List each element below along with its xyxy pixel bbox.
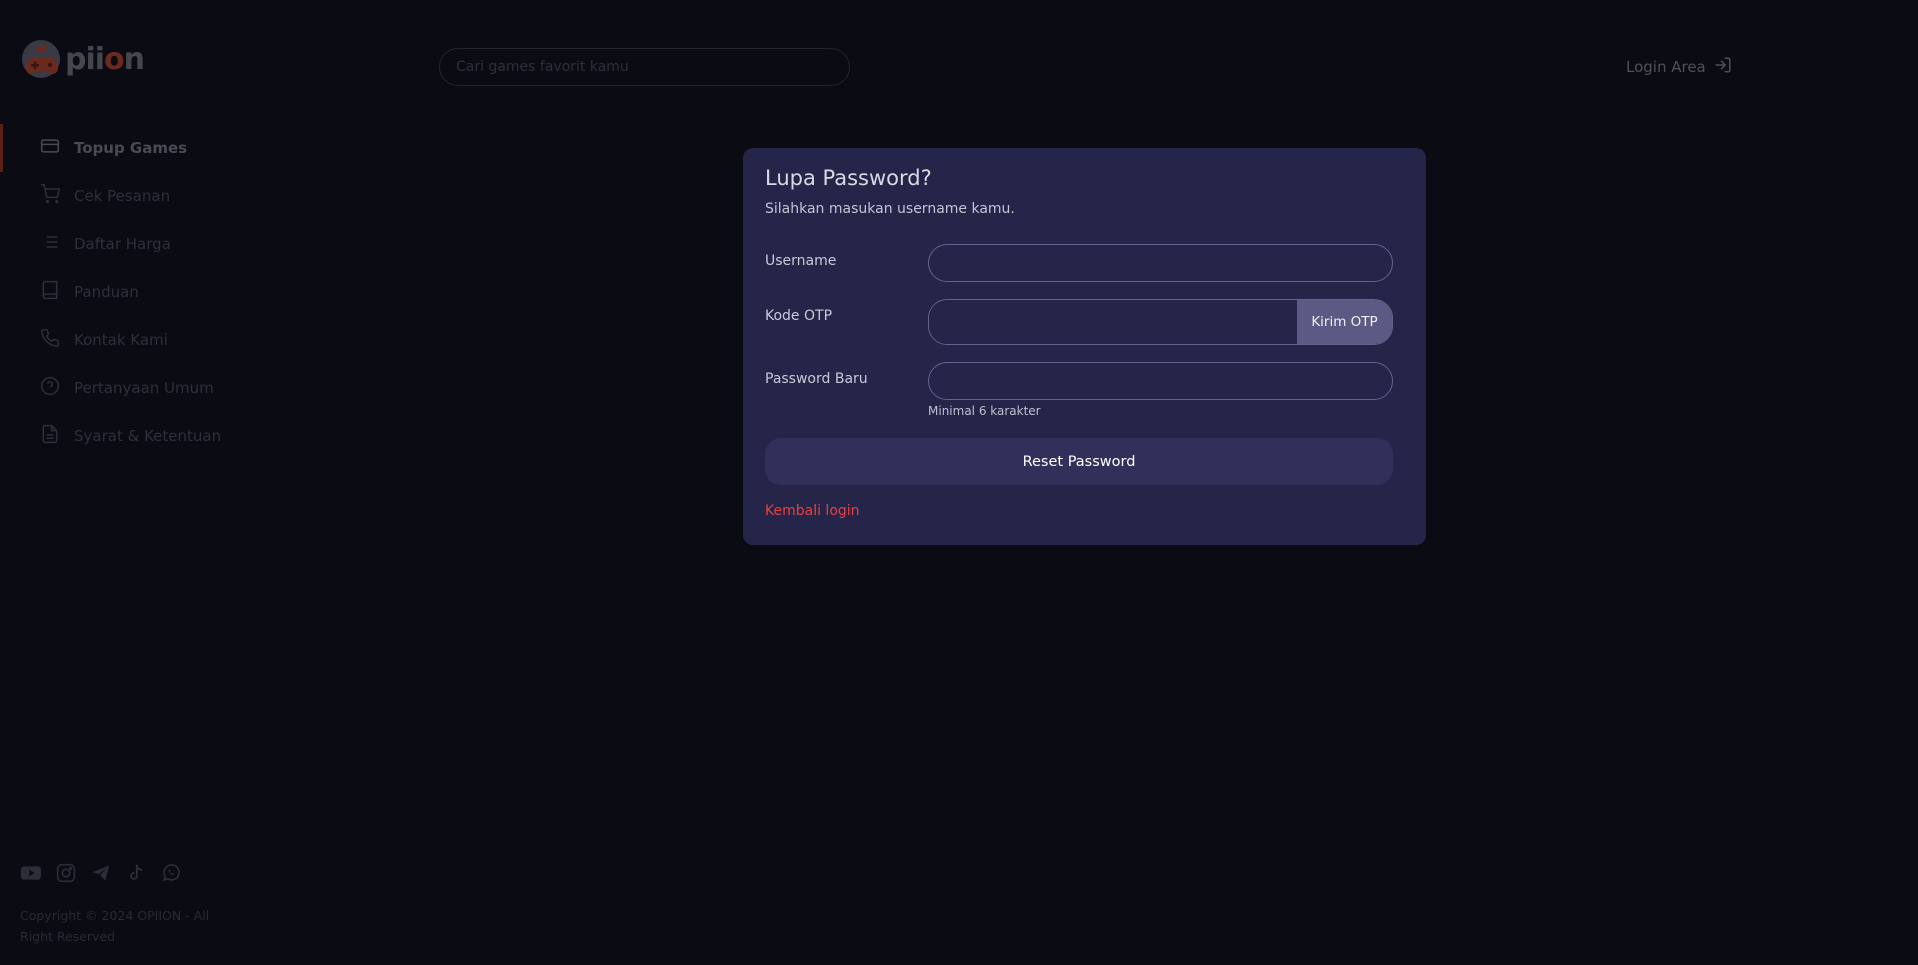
sidebar-item-label: Panduan bbox=[74, 283, 139, 301]
login-area-label: Login Area bbox=[1626, 58, 1706, 76]
sidebar-item-topup-games[interactable]: Topup Games bbox=[0, 124, 250, 172]
brand-logo[interactable]: piion bbox=[20, 38, 145, 82]
cart-icon bbox=[40, 184, 61, 208]
sidebar-item-syarat-ketentuan[interactable]: Syarat & Ketentuan bbox=[0, 412, 250, 460]
login-area-button[interactable]: Login Area bbox=[1626, 56, 1732, 78]
otp-input-group: Kirim OTP bbox=[928, 299, 1393, 345]
username-field[interactable] bbox=[928, 244, 1393, 282]
send-otp-button[interactable]: Kirim OTP bbox=[1297, 300, 1392, 344]
forgot-password-card: Lupa Password? Silahkan masukan username… bbox=[743, 148, 1426, 545]
brand-name-prefix: pii bbox=[65, 42, 105, 77]
sidebar-nav: Topup Games Cek Pesanan Daftar Harga Pan… bbox=[0, 124, 250, 460]
social-links bbox=[20, 862, 182, 884]
help-circle-icon bbox=[40, 376, 60, 400]
document-icon bbox=[40, 424, 60, 448]
sidebar-item-label: Topup Games bbox=[74, 139, 188, 157]
otp-field[interactable] bbox=[929, 300, 1297, 344]
otp-label: Kode OTP bbox=[765, 308, 833, 324]
card-title: Lupa Password? bbox=[765, 166, 932, 190]
brand-name-suffix: n bbox=[123, 42, 145, 77]
sidebar-item-label: Cek Pesanan bbox=[74, 187, 171, 205]
sidebar-item-daftar-harga[interactable]: Daftar Harga bbox=[0, 220, 250, 268]
card-subtitle: Silahkan masukan username kamu. bbox=[765, 201, 1015, 217]
sidebar-item-panduan[interactable]: Panduan bbox=[0, 268, 250, 316]
new-password-field[interactable] bbox=[928, 362, 1393, 400]
sidebar-item-label: Pertanyaan Umum bbox=[74, 379, 214, 397]
back-to-login-link[interactable]: Kembali login bbox=[765, 503, 860, 519]
username-label: Username bbox=[765, 253, 837, 269]
sidebar-item-cek-pesanan[interactable]: Cek Pesanan bbox=[0, 172, 250, 220]
tiktok-icon[interactable] bbox=[125, 862, 147, 884]
phone-icon bbox=[40, 328, 60, 352]
book-icon bbox=[40, 280, 60, 304]
brand-name-o: o bbox=[104, 42, 125, 77]
sidebar-item-label: Daftar Harga bbox=[74, 235, 171, 253]
password-hint: Minimal 6 karakter bbox=[928, 404, 1041, 418]
instagram-icon[interactable] bbox=[55, 862, 77, 884]
list-icon bbox=[40, 232, 60, 256]
sidebar-item-label: Syarat & Ketentuan bbox=[74, 427, 222, 445]
youtube-icon[interactable] bbox=[20, 862, 42, 884]
credit-card-icon bbox=[40, 136, 60, 160]
sidebar-item-label: Kontak Kami bbox=[74, 331, 168, 349]
login-icon bbox=[1714, 56, 1732, 78]
copyright-text: Copyright © 2024 OPIION - All Right Rese… bbox=[20, 908, 210, 944]
brand-name: piion bbox=[65, 42, 145, 77]
gamepad-logo-icon bbox=[20, 38, 64, 82]
telegram-icon[interactable] bbox=[90, 862, 112, 884]
whatsapp-icon[interactable] bbox=[160, 862, 182, 884]
sidebar-item-kontak-kami[interactable]: Kontak Kami bbox=[0, 316, 250, 364]
reset-password-button[interactable]: Reset Password bbox=[765, 438, 1393, 485]
new-password-label: Password Baru bbox=[765, 371, 868, 387]
search-input[interactable] bbox=[439, 48, 850, 86]
sidebar-item-pertanyaan-umum[interactable]: Pertanyaan Umum bbox=[0, 364, 250, 412]
